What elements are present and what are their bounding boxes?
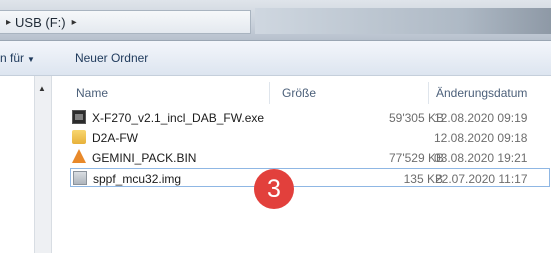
file-name: GEMINI_PACK.BIN	[92, 151, 197, 165]
file-date: 12.08.2020 09:18	[434, 131, 528, 145]
column-date[interactable]: Änderungsdatum	[436, 86, 527, 100]
file-row[interactable]: GEMINI_PACK.BIN 77'529 KB 03.08.2020 19:…	[72, 148, 551, 167]
file-row[interactable]: X-F270_v2.1_incl_DAB_FW.exe 59'305 KB 12…	[72, 108, 551, 127]
column-size[interactable]: Größe	[282, 86, 316, 100]
step-badge: 3	[254, 169, 294, 209]
nav-scrollbar[interactable]: ▲	[34, 76, 52, 253]
file-date: 03.08.2020 19:21	[434, 151, 528, 165]
column-name[interactable]: Name	[76, 86, 108, 100]
scroll-up-icon[interactable]: ▲	[38, 84, 46, 93]
blurred-search-area	[255, 8, 551, 34]
address-field[interactable]: ▸ USB (F:) ▸	[0, 10, 251, 34]
navigation-pane[interactable]	[0, 76, 34, 253]
file-name: sppf_mcu32.img	[93, 172, 182, 186]
organize-menu[interactable]: n für ▼	[0, 51, 35, 65]
column-divider[interactable]	[269, 82, 270, 104]
new-folder-button[interactable]: Neuer Ordner	[75, 51, 148, 65]
bin-file-icon	[72, 149, 86, 163]
breadcrumb-chevron-icon[interactable]: ▸	[72, 17, 77, 28]
command-bar: n für ▼ Neuer Ordner	[0, 41, 551, 76]
disk-image-icon	[73, 171, 87, 185]
address-bar: ▸ USB (F:) ▸	[0, 0, 551, 41]
exe-icon	[72, 110, 86, 124]
file-date: 12.08.2020 09:19	[434, 111, 528, 125]
breadcrumb-arrow-icon[interactable]: ▸	[6, 17, 11, 28]
file-name: X-F270_v2.1_incl_DAB_FW.exe	[92, 111, 265, 125]
column-divider[interactable]	[428, 82, 429, 104]
file-row-selected[interactable]: sppf_mcu32.img 135 KB 22.07.2020 11:17	[70, 168, 550, 187]
column-header-row: Name Größe Änderungsdatum	[52, 82, 551, 104]
file-name: D2A-FW	[92, 131, 138, 145]
file-date: 22.07.2020 11:17	[435, 172, 528, 186]
chevron-down-icon: ▼	[27, 55, 35, 64]
file-row[interactable]: D2A-FW 12.08.2020 09:18	[72, 128, 551, 147]
file-list: Name Größe Änderungsdatum X-F270_v2.1_in…	[52, 76, 551, 253]
breadcrumb-drive[interactable]: USB (F:)	[15, 15, 66, 30]
organize-label: n für	[0, 51, 25, 65]
folder-icon	[72, 130, 86, 144]
